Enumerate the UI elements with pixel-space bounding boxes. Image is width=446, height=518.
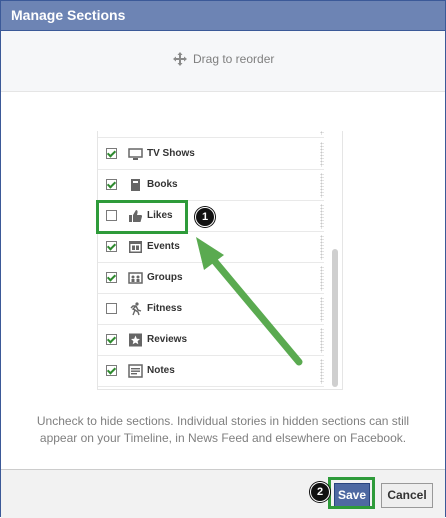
save-highlight-box	[328, 477, 375, 509]
annotation-arrow	[196, 237, 303, 366]
step-badge-2: 2	[310, 482, 330, 502]
